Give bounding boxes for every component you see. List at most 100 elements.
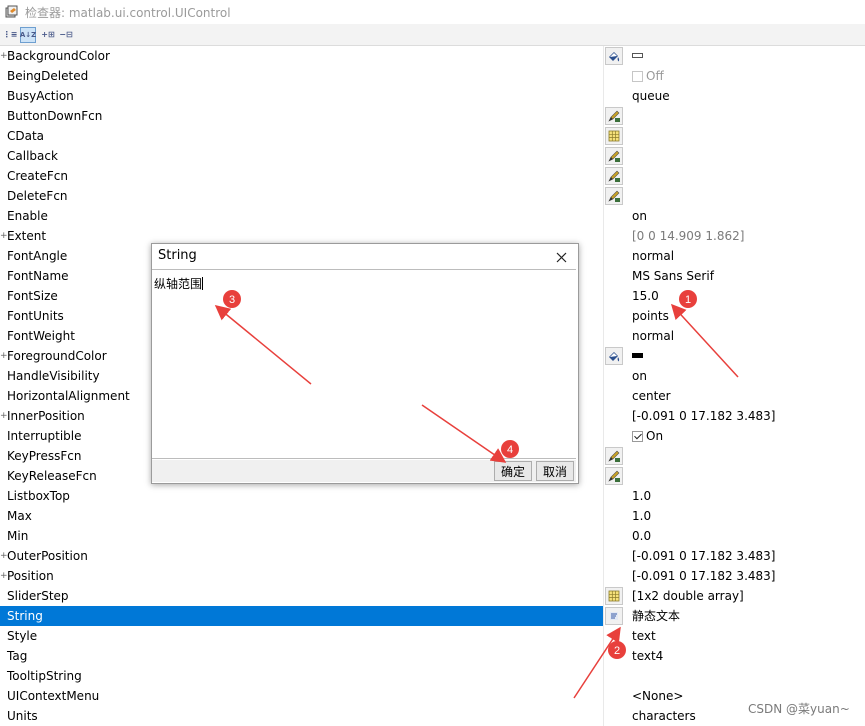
property-row[interactable]: Tag text4 — [0, 646, 865, 666]
property-value[interactable]: text — [632, 626, 864, 646]
text-list-icon[interactable] — [605, 607, 623, 625]
edit-pencil-icon[interactable] — [605, 187, 623, 205]
string-textarea[interactable]: 纵轴范围 — [152, 269, 576, 459]
property-value[interactable]: Off — [632, 66, 864, 86]
property-row[interactable]: String 静态文本 — [0, 606, 865, 626]
edit-pencil-icon[interactable] — [605, 107, 623, 125]
edit-pencil-icon[interactable] — [605, 167, 623, 185]
property-row[interactable]: CreateFcn — [0, 166, 865, 186]
property-value[interactable]: [-0.091 0 17.182 3.483] — [632, 406, 864, 426]
array-grid-icon[interactable] — [605, 127, 623, 145]
color-swatch — [632, 53, 643, 58]
property-value[interactable]: 15.0 — [632, 286, 864, 306]
color-swatch — [632, 353, 643, 358]
property-row[interactable]: Style text — [0, 626, 865, 646]
column-divider — [603, 466, 604, 486]
inspector-toolbar: ⋮≡ A↓Z +⊞ −⊟ — [0, 24, 865, 46]
property-row[interactable]: UIContextMenu <None> — [0, 686, 865, 706]
property-value[interactable]: 静态文本 — [632, 606, 864, 626]
property-value[interactable]: text4 — [632, 646, 864, 666]
property-value[interactable]: [-0.091 0 17.182 3.483] — [632, 546, 864, 566]
property-value[interactable] — [632, 466, 864, 486]
column-divider — [603, 146, 604, 166]
property-row[interactable]: Callback — [0, 146, 865, 166]
property-row[interactable]: + Position [-0.091 0 17.182 3.483] — [0, 566, 865, 586]
property-value[interactable]: [1x2 double array] — [632, 586, 864, 606]
property-row[interactable]: ButtonDownFcn — [0, 106, 865, 126]
property-row[interactable]: + BackgroundColor — [0, 46, 865, 66]
property-name: Position — [7, 569, 54, 583]
property-value[interactable] — [632, 106, 864, 126]
property-row[interactable]: CData — [0, 126, 865, 146]
window-titlebar: 检查器: matlab.ui.control.UIControl — [0, 0, 865, 24]
property-value[interactable]: On — [632, 426, 864, 446]
edit-pencil-icon[interactable] — [605, 447, 623, 465]
ok-button[interactable]: 确定 — [494, 461, 532, 481]
column-divider — [603, 646, 604, 666]
expand-all-button[interactable]: +⊞ — [40, 27, 56, 43]
property-row[interactable]: TooltipString — [0, 666, 865, 686]
edit-pencil-icon[interactable] — [605, 147, 623, 165]
sort-alphabetically-button[interactable]: A↓Z — [19, 26, 37, 43]
category-sort-icon: ⋮≡ — [2, 30, 18, 39]
property-row[interactable]: Min 0.0 — [0, 526, 865, 546]
property-row[interactable]: ListboxTop 1.0 — [0, 486, 865, 506]
collapse-all-button[interactable]: −⊟ — [58, 27, 74, 43]
column-divider — [603, 706, 604, 726]
property-row[interactable]: BeingDeleted Off — [0, 66, 865, 86]
cancel-button[interactable]: 取消 — [536, 461, 574, 481]
property-row[interactable]: SliderStep [1x2 double array] — [0, 586, 865, 606]
close-icon[interactable] — [550, 246, 572, 268]
property-row[interactable]: DeleteFcn — [0, 186, 865, 206]
property-value[interactable]: queue — [632, 86, 864, 106]
property-value[interactable]: center — [632, 386, 864, 406]
column-divider — [603, 566, 604, 586]
property-value[interactable] — [632, 666, 864, 686]
property-name: Enable — [7, 209, 48, 223]
alpha-sort-icon: A↓Z — [19, 30, 37, 39]
column-divider — [603, 286, 604, 306]
property-value[interactable]: 0.0 — [632, 526, 864, 546]
property-name: Style — [7, 629, 38, 643]
property-value[interactable]: MS Sans Serif — [632, 266, 864, 286]
property-row[interactable]: Max 1.0 — [0, 506, 865, 526]
property-value[interactable] — [632, 126, 864, 146]
window-title: 检查器: matlab.ui.control.UIControl — [25, 5, 231, 20]
property-row[interactable]: BusyAction queue — [0, 86, 865, 106]
property-value[interactable] — [632, 146, 864, 166]
property-row[interactable]: + OuterPosition [-0.091 0 17.182 3.483] — [0, 546, 865, 566]
column-divider — [603, 206, 604, 226]
property-value[interactable]: on — [632, 206, 864, 226]
property-value[interactable] — [632, 166, 864, 186]
property-value[interactable]: on — [632, 366, 864, 386]
property-row[interactable]: Enable on — [0, 206, 865, 226]
paint-bucket-icon[interactable] — [605, 347, 623, 365]
edit-pencil-icon[interactable] — [605, 467, 623, 485]
checkbox-label: Off — [646, 69, 664, 83]
column-divider — [603, 266, 604, 286]
sort-by-category-button[interactable]: ⋮≡ — [2, 27, 18, 43]
property-value[interactable]: normal — [632, 326, 864, 346]
column-divider — [603, 426, 604, 446]
property-value[interactable]: 1.0 — [632, 506, 864, 526]
property-value[interactable]: [0 0 14.909 1.862] — [632, 226, 864, 246]
array-grid-icon[interactable] — [605, 587, 623, 605]
property-name: BeingDeleted — [7, 69, 89, 83]
paint-bucket-icon[interactable] — [605, 47, 623, 65]
column-divider — [603, 86, 604, 106]
column-divider — [603, 386, 604, 406]
checkbox[interactable] — [632, 431, 643, 442]
property-value[interactable] — [632, 186, 864, 206]
property-value[interactable]: normal — [632, 246, 864, 266]
property-value[interactable]: 1.0 — [632, 486, 864, 506]
property-value[interactable]: [-0.091 0 17.182 3.483] — [632, 566, 864, 586]
property-value[interactable]: points — [632, 306, 864, 326]
property-row[interactable]: Units characters — [0, 706, 865, 726]
column-divider — [603, 446, 604, 466]
property-name: CData — [7, 129, 45, 143]
property-value[interactable] — [632, 346, 864, 366]
checkbox[interactable] — [632, 71, 643, 82]
property-value[interactable] — [632, 446, 864, 466]
column-divider — [603, 506, 604, 526]
property-value[interactable] — [632, 46, 864, 66]
